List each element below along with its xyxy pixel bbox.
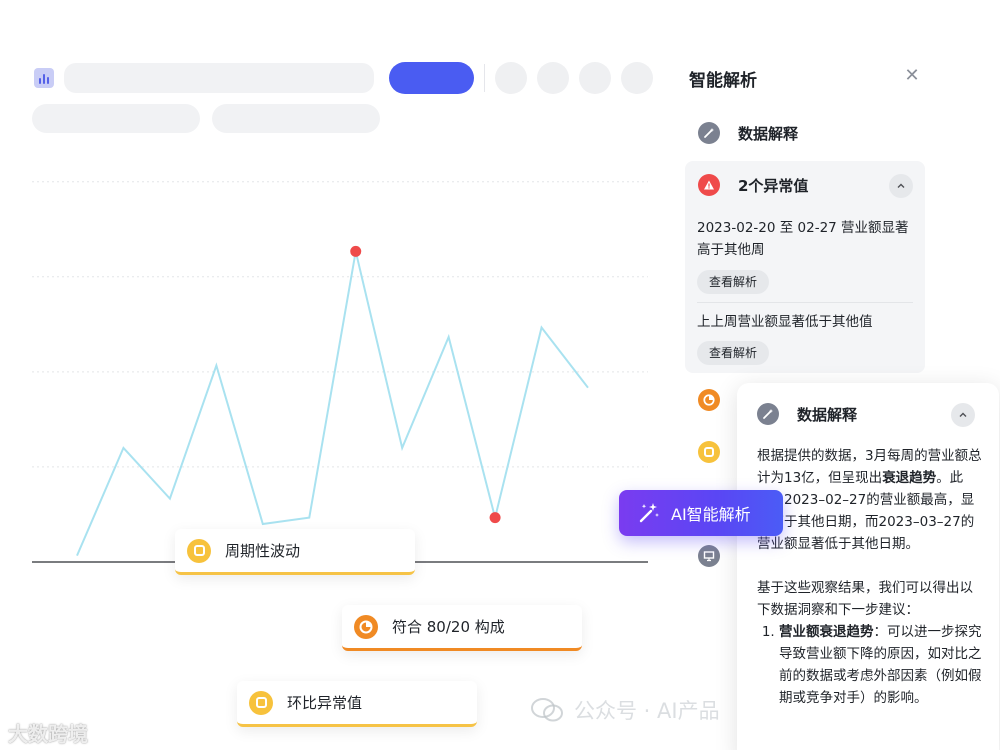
- data-explain-row[interactable]: 数据解释: [698, 122, 798, 144]
- toolbar-divider: [484, 64, 485, 92]
- chevron-up-icon: [959, 412, 967, 417]
- tag-pareto-label: 符合 80/20 构成: [392, 618, 505, 636]
- magic-wand-icon: [639, 503, 659, 523]
- explain-list-item-1: 营业额衰退趋势：可以进一步探究导致营业额下降的原因，如对比之前的数据或考虑外部因…: [779, 621, 983, 709]
- panel-title: 智能解析: [689, 71, 757, 91]
- line-chart: [32, 181, 648, 563]
- anomaly-point[interactable]: [350, 245, 362, 257]
- presentation-icon[interactable]: [698, 545, 720, 567]
- collapse-anomaly-button[interactable]: [889, 174, 913, 198]
- watermark-right: 公众号 · AI产品: [530, 695, 720, 725]
- explain-card-header[interactable]: 数据解释: [757, 403, 857, 425]
- watermark-left: 大数跨境: [8, 722, 88, 746]
- pie-chart-icon: [354, 614, 378, 639]
- explain-list: 营业额衰退趋势：可以进一步探究导致营业额下降的原因，如对比之前的数据或考虑外部因…: [757, 621, 983, 709]
- anomaly-point[interactable]: [489, 512, 501, 524]
- series-line: [76, 251, 589, 557]
- tag-periodic-fluctuation[interactable]: 周期性波动: [175, 529, 415, 575]
- chart-points: [350, 245, 501, 524]
- filter-placeholder-pill-1[interactable]: [32, 104, 200, 133]
- explain-p1-bold: 衰退趋势: [882, 470, 937, 486]
- data-explain-label: 数据解释: [738, 124, 799, 143]
- chart-gridlines: [32, 181, 648, 468]
- anomaly-2-text: 上上周营业额显著低于其他值: [697, 314, 873, 330]
- primary-action-button[interactable]: [389, 62, 474, 94]
- explain-paragraph-2: 基于这些观察结果，我们可以得出以下数据洞察和下一步建议：: [757, 580, 973, 618]
- toolbar-circle-button-1[interactable]: [495, 62, 527, 94]
- collapse-explain-button[interactable]: [951, 403, 975, 427]
- pie-chart-icon[interactable]: [698, 389, 720, 411]
- tag-mom-anomaly[interactable]: 环比异常值: [237, 681, 477, 727]
- close-icon[interactable]: ✕: [902, 66, 922, 86]
- tag-pareto[interactable]: 符合 80/20 构成: [342, 605, 582, 651]
- view-analysis-button-2[interactable]: 查看解析: [697, 341, 770, 365]
- title-placeholder-bar: [64, 63, 374, 93]
- anomaly-divider: [697, 302, 913, 303]
- trend-icon: [249, 690, 273, 715]
- trend-icon[interactable]: [698, 441, 720, 463]
- anomaly-header[interactable]: 2个异常值: [698, 174, 808, 196]
- chart-type-icon[interactable]: [34, 68, 54, 88]
- chevron-up-icon: [897, 183, 905, 188]
- magic-wand-icon: [698, 122, 720, 144]
- data-explain-card: 数据解释 根据提供的数据，3月每周的营业额总计为13亿，但呈现出衰退趋势。此外，…: [737, 383, 999, 750]
- magic-wand-icon: [757, 403, 779, 425]
- anomaly-title: 2个异常值: [738, 176, 809, 195]
- wechat-icon: [531, 698, 563, 722]
- explain-card-body: 根据提供的数据，3月每周的营业额总计为13亿，但呈现出衰退趋势。此外，2023–…: [757, 445, 983, 709]
- watermark-right-text: 公众号 · AI产品: [574, 699, 720, 723]
- ai-button-label: AI智能解析: [671, 505, 751, 524]
- trend-icon: [187, 538, 211, 563]
- warning-icon: [698, 174, 720, 196]
- toolbar-circle-button-4[interactable]: [621, 62, 653, 94]
- explain-item1-bold: 营业额衰退趋势: [779, 624, 874, 640]
- toolbar-circle-button-3[interactable]: [579, 62, 611, 94]
- explain-card-title: 数据解释: [797, 405, 858, 424]
- anomaly-1-text: 2023-02-20 至 02-27 营业额显著高于其他周: [697, 220, 909, 258]
- filter-placeholder-pill-2[interactable]: [212, 104, 380, 133]
- toolbar-circle-button-2[interactable]: [537, 62, 569, 94]
- tag-mom-label: 环比异常值: [287, 694, 363, 712]
- tag-periodic-label: 周期性波动: [225, 542, 301, 560]
- explain-paragraph-1: 根据提供的数据，3月每周的营业额总计为13亿，但呈现出衰退趋势。此外，2023–…: [757, 445, 983, 555]
- view-analysis-button-1[interactable]: 查看解析: [697, 270, 770, 294]
- ai-analysis-button[interactable]: AI智能解析: [619, 490, 783, 536]
